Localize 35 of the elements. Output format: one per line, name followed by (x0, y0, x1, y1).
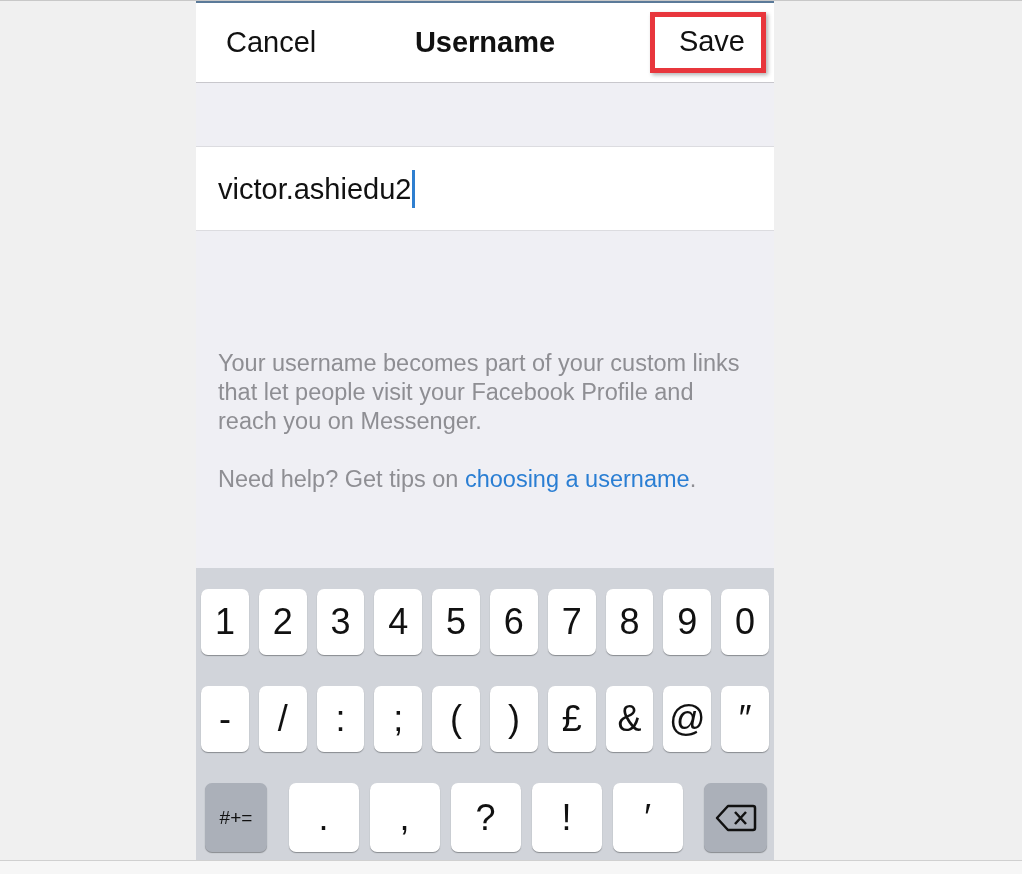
keyboard-key[interactable]: ″ (721, 686, 769, 752)
keyboard-key[interactable]: £ (547, 686, 596, 752)
keyboard-key[interactable]: 7 (547, 589, 596, 655)
keyboard-key[interactable]: 2 (258, 589, 307, 655)
keyboard-key[interactable]: ? (450, 783, 521, 852)
keyboard-key[interactable]: ; (374, 686, 423, 752)
save-button[interactable]: Save (649, 12, 766, 73)
keyboard-key[interactable]: 6 (490, 589, 538, 655)
help-text: Your username becomes part of your custom links that let people visit your Facebook Profile and reach you on Messenger. (218, 349, 741, 436)
keyboard-key[interactable]: , (369, 783, 440, 852)
keyboard-key[interactable]: 1 (201, 589, 249, 655)
keyboard-key[interactable]: 8 (605, 589, 654, 655)
symbols-key[interactable]: #+= (205, 783, 267, 852)
keyboard-key[interactable]: 4 (374, 589, 423, 655)
keyboard-key[interactable]: @ (663, 686, 712, 752)
keyboard-key[interactable]: 3 (316, 589, 365, 655)
keyboard-key[interactable]: 0 (721, 589, 769, 655)
keyboard-key[interactable]: / (258, 686, 307, 752)
keyboard-key[interactable]: - (201, 686, 249, 752)
delete-key[interactable] (704, 783, 767, 852)
tip-text: Need help? Get tips on choosing a username. (218, 465, 698, 494)
cancel-button[interactable]: Cancel (226, 26, 317, 59)
backspace-icon (714, 802, 757, 833)
keyboard-key[interactable]: ( (432, 686, 480, 752)
username-tips-link[interactable]: choosing a username (464, 466, 690, 492)
keyboard-key[interactable]: ! (531, 783, 602, 852)
keyboard-key[interactable]: ′ (612, 783, 683, 852)
keyboard-key[interactable]: & (605, 686, 654, 752)
username-field[interactable]: victor.ashiedu2 (196, 146, 774, 231)
keyboard-key[interactable]: 5 (432, 589, 480, 655)
keyboard-key[interactable]: ) (490, 686, 538, 752)
screen-title: Username (414, 26, 556, 59)
keyboard-key[interactable]: 9 (663, 589, 712, 655)
keyboard-key[interactable]: . (288, 783, 359, 852)
keyboard-key[interactable]: : (316, 686, 365, 752)
